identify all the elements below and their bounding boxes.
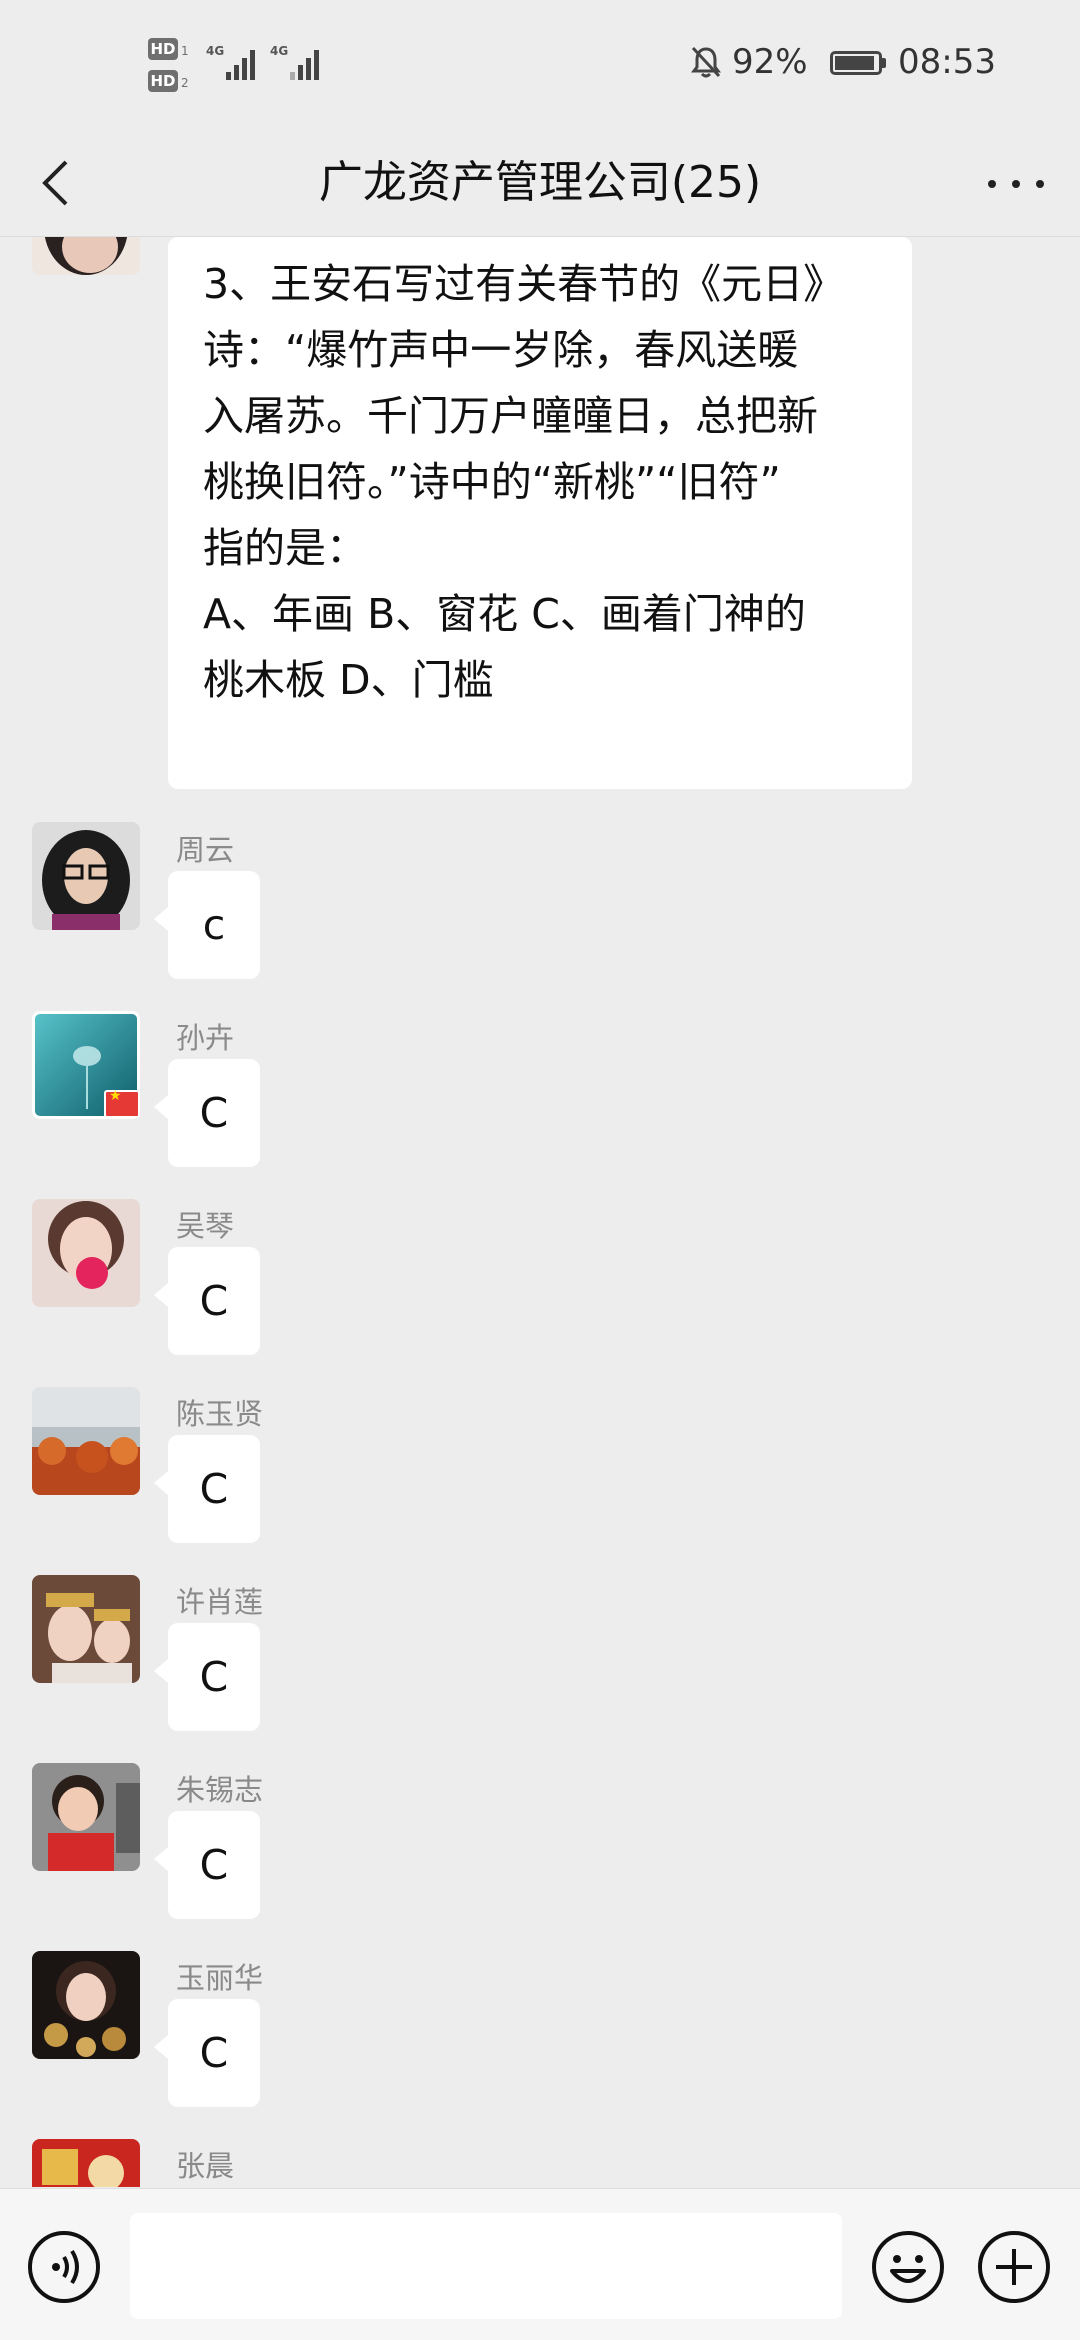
sender-name: 玉丽华	[176, 1961, 264, 1995]
sender-name: 吴琴	[176, 1209, 235, 1243]
more-button[interactable]	[978, 148, 1054, 218]
clock: 08:53	[898, 42, 996, 82]
emoji-button[interactable]	[870, 2229, 946, 2305]
voice-icon	[28, 2231, 100, 2303]
avatar[interactable]	[32, 822, 140, 930]
avatar[interactable]	[32, 237, 140, 275]
question-line: A、年画 B、窗花 C、画着门神的	[203, 590, 806, 638]
avatar[interactable]	[32, 1575, 140, 1683]
sender-name: 陈玉贤	[176, 1397, 264, 1431]
question-line: 入屠苏。千门万户曈曈日，总把新	[203, 392, 818, 440]
bell-muted-icon	[691, 46, 721, 78]
plus-circle-icon	[978, 2231, 1050, 2303]
flag-icon	[104, 1088, 140, 1118]
title-bar: 广龙资产管理公司(25)	[0, 130, 1080, 237]
chat-area[interactable]: 3、王安石写过有关春节的《元日》 诗：“爆竹声中一岁除，春风送暖 入屠苏。千门万…	[0, 237, 1080, 2187]
sender-name: 张晨	[176, 2149, 235, 2183]
avatar[interactable]	[32, 1951, 140, 2059]
question-line: 3、王安石写过有关春节的《元日》	[203, 260, 845, 308]
sender-name: 周云	[176, 833, 235, 867]
message-bubble[interactable]: C	[154, 1811, 260, 1919]
avatar[interactable]	[32, 1763, 140, 1871]
question-line: 指的是：	[203, 524, 367, 572]
battery-icon	[830, 51, 882, 75]
hd1-badge: HD	[148, 38, 178, 60]
message-bubble[interactable]: C	[154, 1247, 260, 1355]
emoji-icon	[872, 2231, 944, 2303]
chevron-left-icon	[42, 160, 68, 206]
voice-button[interactable]	[26, 2229, 102, 2305]
message-bubble[interactable]: C	[154, 1623, 260, 1731]
avatar[interactable]	[32, 2139, 140, 2187]
back-button[interactable]	[28, 148, 98, 218]
message-bubble[interactable]: C	[154, 1435, 260, 1543]
avatar[interactable]	[32, 1199, 140, 1307]
sender-name: 孙卉	[176, 1021, 235, 1055]
hd1-sub: 1	[181, 44, 189, 58]
question-line: 桃木板 D、门槛	[203, 656, 494, 704]
message-bubble[interactable]: C	[154, 1999, 260, 2107]
hd2-badge: HD	[148, 70, 178, 92]
chat-title: 广龙资产管理公司(25)	[318, 157, 762, 208]
battery-percent: 92%	[732, 42, 808, 82]
status-bar: HD 1 HD 2 4G 4G 92% 08:53	[0, 0, 1080, 130]
message-input[interactable]	[130, 2213, 842, 2319]
avatar[interactable]	[32, 1387, 140, 1495]
network-indicators: HD 1 HD 2 4G 4G	[148, 34, 348, 94]
input-bar	[0, 2188, 1080, 2340]
message-bubble[interactable]: c	[154, 871, 260, 979]
question-line: 桃换旧符。”诗中的“新桃”“旧符”	[203, 458, 781, 506]
hd2-sub: 2	[181, 76, 189, 90]
message-bubble[interactable]: C	[154, 1059, 260, 1167]
plus-button[interactable]	[976, 2229, 1052, 2305]
question-bubble[interactable]: 3、王安石写过有关春节的《元日》 诗：“爆竹声中一岁除，春风送暖 入屠苏。千门万…	[168, 237, 912, 789]
sender-name: 朱锡志	[176, 1773, 264, 1807]
sender-name: 许肖莲	[176, 1585, 264, 1619]
status-right: 92% 08:53	[688, 42, 1028, 82]
question-line: 诗：“爆竹声中一岁除，春风送暖	[203, 326, 799, 374]
